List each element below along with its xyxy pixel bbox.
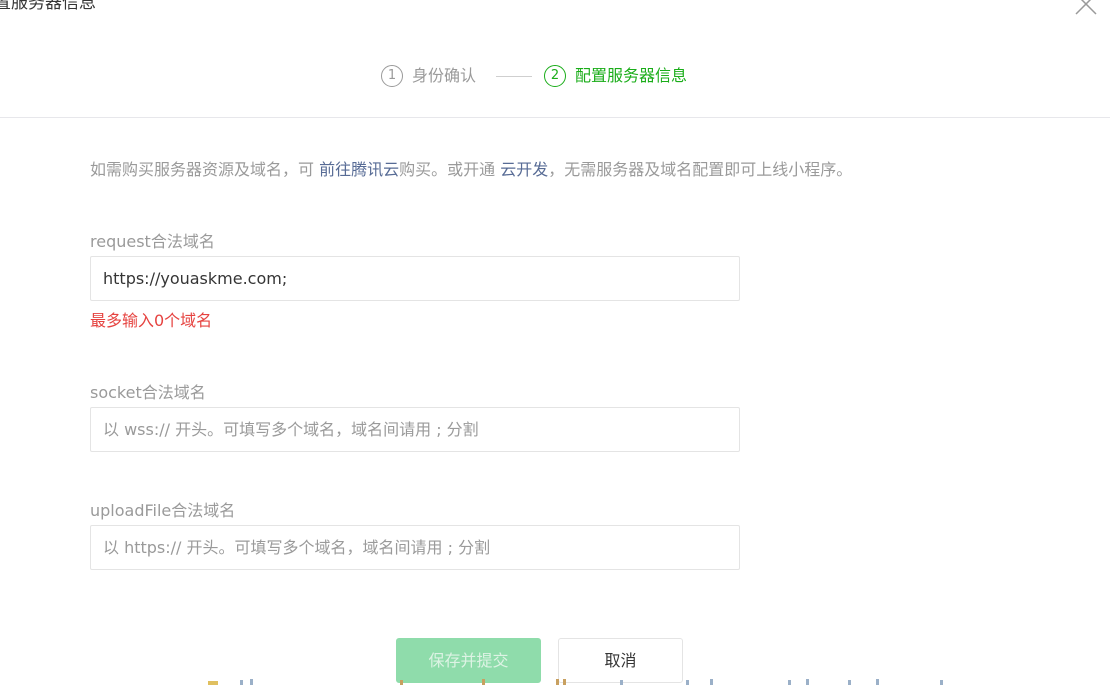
request-domain-error: 最多输入0个域名 <box>90 311 213 330</box>
upload-domain-input[interactable]: 以 https:// 开头。可填写多个域名，域名间请用 ; 分割 <box>90 525 740 570</box>
step-indicator: 1 身份确认 2 配置服务器信息 <box>0 62 1110 92</box>
header-divider <box>0 117 1110 118</box>
dialog-title: 置服务器信息 <box>0 0 96 13</box>
close-icon <box>1075 0 1097 15</box>
notice-text-3: ，无需服务器及域名配置即可上线小程序。 <box>548 160 853 179</box>
request-domain-label: request合法域名 <box>90 232 215 251</box>
request-domain-input[interactable]: https://youaskme.com; <box>90 256 740 301</box>
step-2-label: 配置服务器信息 <box>575 66 688 85</box>
step-1-label: 身份确认 <box>412 66 477 85</box>
cloud-dev-link[interactable]: 云开发 <box>500 160 548 179</box>
upload-domain-label: uploadFile合法域名 <box>90 501 236 520</box>
socket-domain-label: socket合法域名 <box>90 383 206 402</box>
purchase-notice: 如需购买服务器资源及域名，可 前往腾讯云购买。或开通 云开发，无需服务器及域名配… <box>90 159 852 181</box>
background-fragments <box>208 679 943 685</box>
step-1-number: 1 <box>381 65 403 87</box>
step-connector <box>496 76 532 77</box>
notice-text-2: 购买。或开通 <box>399 160 501 179</box>
socket-domain-input[interactable]: 以 wss:// 开头。可填写多个域名，域名间请用 ; 分割 <box>90 407 740 452</box>
step-2-number: 2 <box>544 65 566 87</box>
close-button[interactable] <box>1072 0 1100 18</box>
server-config-dialog: 置服务器信息 1 身份确认 2 配置服务器信息 如需购买服务器资源及域名，可 前… <box>0 0 1110 685</box>
tencent-cloud-link[interactable]: 前往腾讯云 <box>319 160 399 179</box>
notice-text-1: 如需购买服务器资源及域名，可 <box>90 160 320 179</box>
